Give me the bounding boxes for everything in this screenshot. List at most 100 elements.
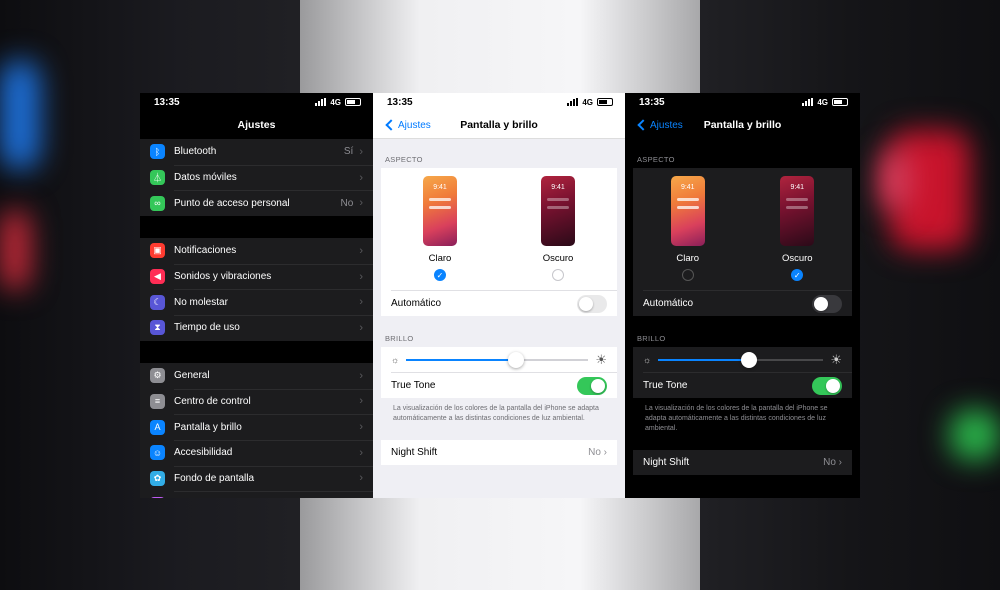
chevron-right-icon: › <box>359 446 363 459</box>
automatic-toggle[interactable] <box>577 294 607 313</box>
true-tone-row: True Tone <box>381 373 617 398</box>
automatic-label: Automático <box>391 298 442 309</box>
brightness-slider-row: ☼ ☀ <box>381 347 617 372</box>
settings-row-text-size[interactable]: A Pantalla y brillo › <box>140 414 373 440</box>
settings-group: ▣ Notificaciones › ◀ Sonidos y vibraciones › ☾… <box>140 238 373 341</box>
moon-icon: ☾ <box>150 294 165 310</box>
light-label: Claro <box>676 253 700 264</box>
settings-row-hotspot[interactable]: ∞ Punto de acceso personal No › <box>140 190 373 216</box>
settings-row-label: Fondo de pantalla <box>174 472 255 484</box>
gear-icon: ⚙ <box>150 368 165 384</box>
settings-row-notifications[interactable]: ▣ Notificaciones › <box>140 238 373 264</box>
dark-preview-thumbnail: 9:41 <box>541 176 575 246</box>
automatic-toggle[interactable] <box>812 294 842 313</box>
chevron-left-icon <box>385 119 397 131</box>
group-separator <box>140 216 373 239</box>
dark-radio[interactable]: ✓ <box>791 269 804 281</box>
true-tone-toggle[interactable] <box>577 376 607 395</box>
brightness-slider-row: ☼ ☀ <box>633 347 852 372</box>
settings-row-bluetooth[interactable]: ᛒ Bluetooth Sí › <box>140 139 373 165</box>
preview-time: 9:41 <box>790 184 805 191</box>
settings-row-accessibility[interactable]: ☺ Accesibilidad › <box>140 439 373 466</box>
page-title: Pantalla y brillo <box>460 118 538 131</box>
back-button[interactable]: Ajustes <box>385 111 431 139</box>
network-type: 4G <box>582 97 593 107</box>
brightness-slider-handle[interactable] <box>741 351 758 368</box>
settings-row-label: Tiempo de uso <box>174 322 240 334</box>
appearance-option-light[interactable]: 9:41 Claro ✓ <box>423 176 457 290</box>
settings-row-gear[interactable]: ⚙ General › <box>140 363 373 389</box>
settings-row-speaker[interactable]: ◀ Sonidos y vibraciones › <box>140 263 373 290</box>
signal-icon <box>802 98 814 106</box>
settings-row-flower[interactable]: ✿ Fondo de pantalla › <box>140 465 373 492</box>
night-shift-row[interactable]: Night Shift No › <box>381 440 617 465</box>
chevron-right-icon: › <box>359 395 363 408</box>
nav-bar: Ajustes Pantalla y brillo <box>373 111 625 139</box>
light-preview-thumbnail: 9:41 <box>670 176 705 246</box>
light-radio[interactable] <box>681 269 694 281</box>
bluetooth-icon: ᛒ <box>150 144 165 160</box>
brightness-card: ☼ ☀ True Tone <box>381 347 617 398</box>
dark-label: Oscuro <box>542 253 574 264</box>
group-separator <box>140 340 373 363</box>
settings-row-label: General <box>174 370 210 382</box>
sun-small-icon: ☼ <box>643 354 652 365</box>
appearance-option-dark[interactable]: 9:41 Oscuro ✓ <box>780 176 815 290</box>
settings-row-antenna[interactable]: ⏃ Datos móviles › <box>140 164 373 191</box>
chevron-right-icon: › <box>359 171 363 184</box>
chevron-right-icon: › <box>359 321 363 334</box>
light-radio[interactable]: ✓ <box>434 269 446 281</box>
settings-row-label: Pantalla y brillo <box>174 421 242 433</box>
true-tone-footer: La visualización de los colores de la pa… <box>393 405 599 422</box>
settings-row-hourglass[interactable]: ⧗ Tiempo de uso › <box>140 315 373 341</box>
signal-icon <box>315 98 327 106</box>
page-title: Pantalla y brillo <box>703 119 782 131</box>
preview-time: 9:41 <box>433 184 447 191</box>
settings-row-label: Bluetooth <box>174 146 217 158</box>
brightness-slider-handle[interactable] <box>507 351 524 368</box>
dark-radio[interactable] <box>552 269 564 281</box>
night-shift-row[interactable]: Night Shift No › <box>633 450 852 475</box>
back-label: Ajustes <box>650 119 683 131</box>
dark-preview-thumbnail: 9:41 <box>780 176 815 246</box>
brightness-slider[interactable] <box>658 351 824 368</box>
night-shift-value: No <box>823 457 836 468</box>
battery-icon <box>832 98 848 106</box>
true-tone-toggle[interactable] <box>812 376 842 395</box>
true-tone-footer: La visualización de los colores de la pa… <box>645 405 828 432</box>
chevron-right-icon: › <box>835 457 842 468</box>
settings-row-moon[interactable]: ☾ No molestar › <box>140 289 373 315</box>
flower-icon: ✿ <box>150 470 165 486</box>
chevron-right-icon: › <box>359 421 363 434</box>
appearance-header: ASPECTO <box>385 155 423 164</box>
status-bar: 13:35 4G <box>373 93 625 111</box>
preview-time: 9:41 <box>680 184 695 191</box>
settings-row-label: Notificaciones <box>174 245 237 257</box>
chevron-right-icon: › <box>359 369 363 382</box>
siri-icon: ◉ <box>150 496 165 498</box>
display-screen-dark: 13:35 4G Ajustes Pantalla y brillo ASPEC… <box>625 93 860 498</box>
night-shift-label: Night Shift <box>643 457 690 468</box>
appearance-option-dark[interactable]: 9:41 Oscuro <box>541 176 575 290</box>
brightness-slider[interactable] <box>406 351 589 368</box>
night-shift-card: Night Shift No › <box>381 440 617 465</box>
settings-row-label: Datos móviles <box>174 172 237 184</box>
status-time: 13:35 <box>639 96 665 108</box>
status-bar: 13:35 4G <box>140 93 373 111</box>
light-preview-thumbnail: 9:41 <box>423 176 457 246</box>
signal-icon <box>567 98 579 106</box>
night-shift-label: Night Shift <box>391 447 438 458</box>
settings-row-siri[interactable]: ◉Siri y Buscar› <box>140 491 373 498</box>
antenna-icon: ⏃ <box>150 170 165 186</box>
text-size-icon: A <box>150 419 165 435</box>
back-button[interactable]: Ajustes <box>637 111 683 139</box>
brightness-header: BRILLO <box>637 334 666 343</box>
settings-row-switches[interactable]: ≡ Centro de control › <box>140 388 373 415</box>
settings-group: ᛒ Bluetooth Sí › ⏃ Datos móviles › ∞ Punto de ac… <box>140 139 373 217</box>
chevron-right-icon: › <box>359 145 363 158</box>
appearance-card: 9:41 Claro 9:41 Oscuro ✓ Automático <box>633 168 852 316</box>
chevron-right-icon: › <box>359 270 363 283</box>
appearance-option-light[interactable]: 9:41 Claro <box>670 176 705 290</box>
network-type: 4G <box>817 97 828 107</box>
light-label: Claro <box>428 253 452 264</box>
